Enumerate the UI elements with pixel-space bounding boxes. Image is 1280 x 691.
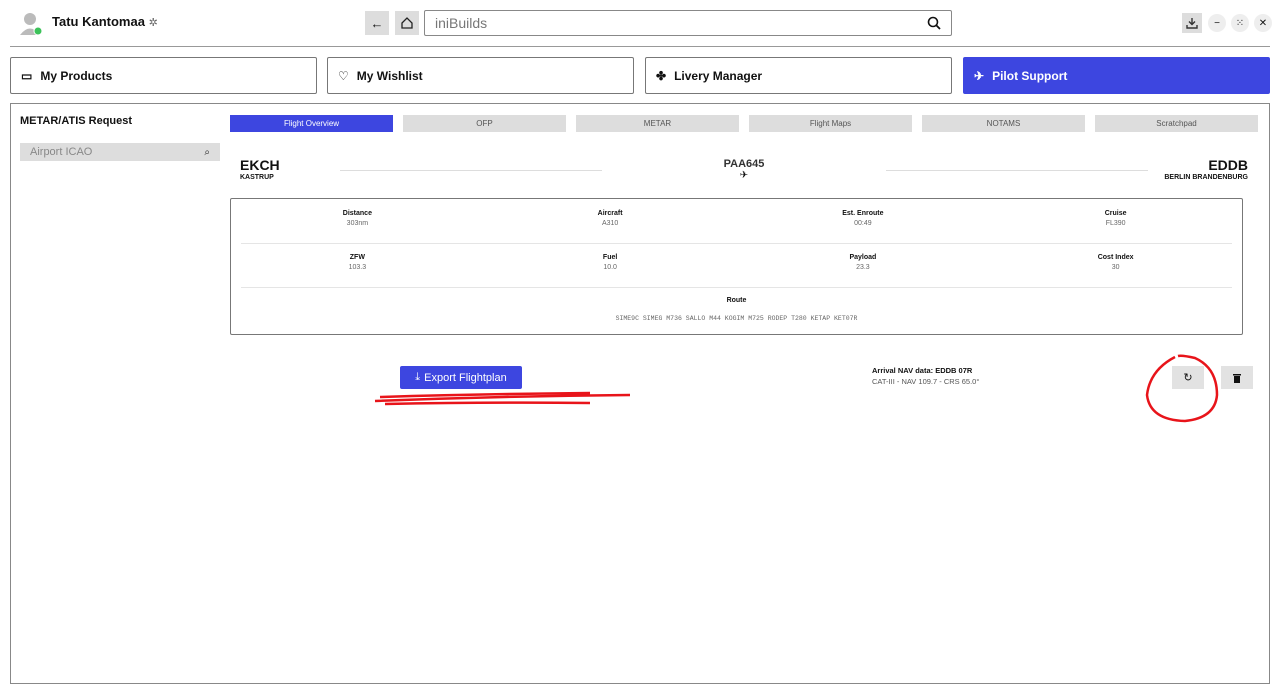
- nav-pilot-support[interactable]: ✈ Pilot Support: [963, 57, 1270, 94]
- sidebar-title: METAR/ATIS Request: [20, 115, 133, 127]
- arrival-nav-title: Arrival NAV data: EDDB 07R: [872, 366, 973, 375]
- home-icon: [401, 17, 413, 29]
- origin-icao: EKCH: [240, 157, 280, 173]
- search-value: iniBuilds: [435, 15, 488, 31]
- info-label: Aircraft: [597, 210, 623, 217]
- export-label: Export Flightplan: [424, 371, 507, 384]
- header-divider: [10, 46, 1270, 47]
- nav-label: Livery Manager: [674, 68, 763, 83]
- info-value: 30: [1111, 264, 1120, 271]
- origin-name: KASTRUP: [240, 174, 274, 181]
- dest-icao: EDDB: [1208, 157, 1248, 173]
- info-fuel: Fuel 10.0: [484, 254, 737, 271]
- info-value: A310: [601, 220, 619, 227]
- plane-landing-icon: ✈: [974, 68, 985, 83]
- info-cruise: Cruise FL390: [989, 210, 1242, 227]
- plane-icon: ✈: [739, 170, 749, 181]
- info-label: ZFW: [349, 254, 365, 261]
- nav-livery-manager[interactable]: ✤ Livery Manager: [645, 57, 952, 94]
- tab-scratchpad[interactable]: Scratchpad: [1095, 115, 1258, 132]
- info-aircraft: Aircraft A310: [484, 210, 737, 227]
- info-value: 103.3: [348, 264, 367, 271]
- info-value: 23.3: [856, 264, 870, 271]
- search-input[interactable]: iniBuilds: [424, 10, 952, 36]
- info-label: Est. Enroute: [842, 210, 884, 217]
- user-name-text: Tatu Kantomaa: [52, 14, 145, 29]
- gear-icon[interactable]: ✲: [149, 17, 158, 29]
- info-est-enroute: Est. Enroute 00:49: [737, 210, 990, 227]
- info-cost-index: Cost Index 30: [989, 254, 1242, 271]
- divider: [241, 287, 1232, 288]
- divider: [241, 243, 1232, 244]
- info-label: Fuel: [602, 254, 618, 261]
- user-name[interactable]: Tatu Kantomaa ✲: [52, 14, 158, 29]
- nav-label: My Products: [40, 68, 113, 83]
- info-value: 00:49: [854, 220, 872, 227]
- tab-flight-maps[interactable]: Flight Maps: [749, 115, 912, 132]
- export-flightplan-button[interactable]: ⤓ Export Flightplan: [400, 366, 522, 389]
- nav-my-products[interactable]: ▭ My Products: [10, 57, 317, 94]
- close-button[interactable]: ✕: [1254, 14, 1272, 32]
- info-value: 303nm: [346, 220, 369, 227]
- download-button[interactable]: [1182, 13, 1202, 33]
- tab-metar[interactable]: METAR: [576, 115, 739, 132]
- tab-flight-overview[interactable]: Flight Overview: [230, 115, 393, 132]
- info-value: 10.0: [603, 264, 617, 271]
- nav-label: Pilot Support: [992, 68, 1068, 83]
- delete-button[interactable]: [1221, 366, 1253, 389]
- flight-info-box: Distance 303nm Aircraft A310 Est. Enroute 0…: [230, 198, 1243, 335]
- info-zfw: ZFW 103.3: [231, 254, 484, 271]
- nav-label: My Wishlist: [356, 68, 423, 83]
- tab-notams[interactable]: NOTAMS: [922, 115, 1085, 132]
- info-label: Distance: [342, 210, 372, 217]
- arrival-nav-detail: CAT-III - NAV 109.7 - CRS 65.0°: [872, 377, 980, 386]
- puzzle-icon: ✤: [656, 68, 667, 83]
- search-icon[interactable]: [927, 16, 941, 30]
- main-panel: [10, 103, 1270, 684]
- route-value: SIME9C SIMEG M736 SALLO M44 KOGIM M725 R…: [615, 315, 858, 322]
- callsign: PAA645: [723, 158, 765, 170]
- products-icon: ▭: [21, 68, 33, 83]
- route-line: [886, 170, 1148, 171]
- heart-icon: ♡: [338, 68, 349, 83]
- info-label: Cruise: [1104, 210, 1127, 217]
- maximize-button[interactable]: ⁙: [1231, 14, 1249, 32]
- home-button[interactable]: [395, 11, 419, 35]
- route-line: [340, 170, 602, 171]
- refresh-icon: ↻: [1183, 372, 1193, 384]
- search-icon[interactable]: ⌕: [204, 147, 210, 158]
- back-button[interactable]: ←: [365, 11, 389, 35]
- info-payload: Payload 23.3: [737, 254, 990, 271]
- info-label: Route: [726, 297, 747, 304]
- info-label: Cost Index: [1097, 254, 1134, 261]
- info-label: Payload: [849, 254, 877, 261]
- airport-icao-input[interactable]: Airport ICAO ⌕: [20, 143, 220, 161]
- nav-my-wishlist[interactable]: ♡ My Wishlist: [327, 57, 634, 94]
- info-value: FL390: [1105, 220, 1126, 227]
- info-route: Route SIME9C SIMEG M736 SALLO M44 KOGIM M…: [231, 297, 1242, 322]
- airport-icao-placeholder: Airport ICAO: [30, 146, 93, 158]
- avatar[interactable]: [20, 12, 43, 36]
- trash-icon: [1233, 373, 1241, 383]
- download-icon: [1186, 18, 1198, 29]
- dest-name: BERLIN BRANDENBURG: [1164, 174, 1248, 181]
- refresh-button[interactable]: ↻: [1172, 366, 1204, 389]
- minimize-button[interactable]: −: [1208, 14, 1226, 32]
- tab-ofp[interactable]: OFP: [403, 115, 566, 132]
- info-distance: Distance 303nm: [231, 210, 484, 227]
- download-icon: ⤓: [415, 371, 421, 383]
